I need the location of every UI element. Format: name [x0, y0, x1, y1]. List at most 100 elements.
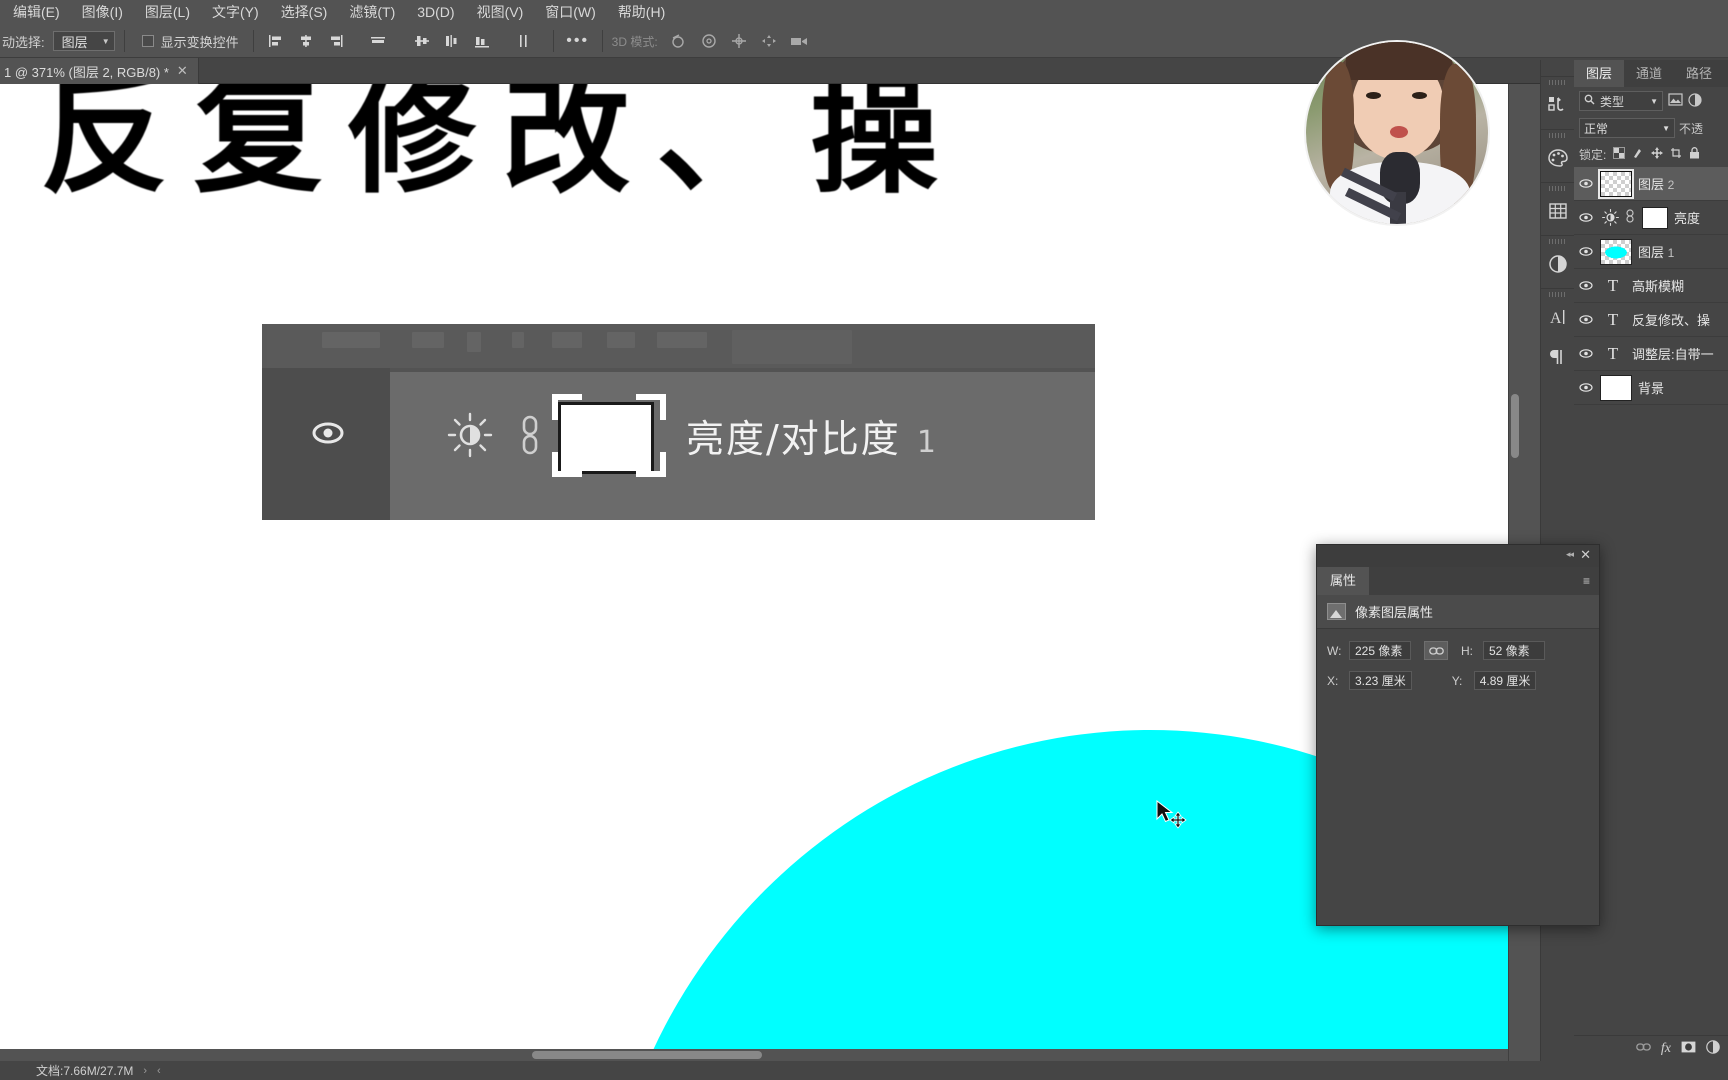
drag-3d-icon[interactable] [726, 30, 752, 52]
more-options-button[interactable]: ••• [563, 30, 593, 52]
scrollbar-thumb[interactable] [1511, 394, 1519, 458]
canvas-big-text: 反复修改、操 [40, 84, 965, 211]
lock-image-pixels-icon[interactable] [1632, 147, 1644, 162]
layer-visibility-icon[interactable] [1578, 212, 1594, 223]
menu-item-image[interactable]: 图像(I) [71, 0, 134, 25]
mode-3d-label: 3D 模式: [611, 34, 658, 49]
table-row[interactable]: 亮度 [1574, 201, 1728, 235]
width-input[interactable]: 225 像素 [1349, 641, 1411, 660]
adjustments-icon[interactable] [1541, 244, 1575, 284]
chevron-down-icon: ▼ [101, 36, 110, 46]
layer-visibility-icon[interactable] [1578, 348, 1594, 359]
align-top-edges-icon[interactable] [365, 30, 391, 52]
slide-3d-icon[interactable] [756, 30, 782, 52]
canvas-horizontal-scrollbar[interactable] [0, 1049, 1508, 1061]
link-dimensions-icon[interactable] [1424, 641, 1448, 660]
adjustment-icon[interactable] [1706, 1040, 1720, 1057]
table-row[interactable]: T 反复修改、操 [1574, 303, 1728, 337]
menu-item-edit[interactable]: 编辑(E) [2, 0, 71, 25]
tab-channels[interactable]: 通道 [1624, 60, 1675, 87]
status-next-icon[interactable]: › [143, 1065, 147, 1077]
layer-thumbnail[interactable] [1600, 238, 1632, 265]
layer-mask-thumbnail[interactable] [1642, 206, 1668, 229]
grid-icon[interactable] [1541, 191, 1575, 231]
align-left-edges-icon[interactable] [263, 30, 289, 52]
layer-visibility-icon[interactable] [1578, 314, 1594, 325]
tab-layers[interactable]: 图层 [1574, 60, 1625, 87]
table-row[interactable]: T 调整层:自带一 [1574, 337, 1728, 371]
divider [552, 30, 554, 52]
properties-tab-bar: 属性 ≡ [1317, 567, 1599, 595]
y-input[interactable]: 4.89 厘米 [1473, 671, 1537, 690]
menu-item-filter[interactable]: 滤镜(T) [338, 0, 406, 25]
lock-artboard-icon[interactable] [1670, 147, 1682, 162]
table-row[interactable]: 背景 [1574, 371, 1728, 405]
fx-icon[interactable]: fx [1661, 1041, 1671, 1057]
layer-list: 图层 2 亮度 图层 1 T 高斯模糊 T 反复修改、操 T 调整层:自带一 背… [1574, 167, 1728, 405]
layer-visibility-icon[interactable] [1578, 178, 1594, 189]
rotate-3d-icon[interactable] [666, 30, 692, 52]
panel-menu-icon[interactable]: ≡ [1583, 575, 1590, 587]
layer-filter-value: 类型 [1600, 94, 1625, 109]
lock-all-icon[interactable] [1689, 146, 1700, 162]
lock-position-icon[interactable] [1651, 146, 1664, 162]
tab-paths[interactable]: 路径 [1674, 60, 1725, 87]
align-bottom-edges-icon[interactable] [469, 30, 495, 52]
menu-item-layer[interactable]: 图层(L) [134, 0, 201, 25]
checkbox-box [141, 35, 154, 47]
camera-3d-icon[interactable] [786, 30, 812, 52]
height-input[interactable]: 52 像素 [1483, 641, 1545, 660]
document-tab[interactable]: 1 @ 371% (图层 2, RGB/8) * ✕ [0, 58, 199, 84]
embedded-layer-name: 亮度/对比度 1 [686, 408, 938, 463]
auto-select-dropdown[interactable]: 图层 ▼ [52, 31, 115, 51]
lock-transparent-pixels-icon[interactable] [1613, 146, 1626, 162]
layer-thumbnail[interactable] [1600, 374, 1632, 401]
distribute-vertical-icon[interactable] [439, 30, 465, 52]
properties-title-bar[interactable]: ◂◂ ✕ [1317, 545, 1599, 567]
layer-visibility-icon[interactable] [1578, 280, 1594, 291]
menu-item-window[interactable]: 窗口(W) [534, 0, 607, 25]
show-transform-label: 显示变换控件 [160, 34, 239, 50]
align-horizontal-centers-icon[interactable] [293, 30, 319, 52]
swatches-icon[interactable] [1541, 138, 1575, 178]
table-row[interactable]: 图层 1 [1574, 235, 1728, 269]
x-input[interactable]: 3.23 厘米 [1349, 671, 1412, 690]
character-icon[interactable]: A [1541, 297, 1575, 337]
align-right-edges-icon[interactable] [323, 30, 349, 52]
table-row[interactable]: T 高斯模糊 [1574, 269, 1728, 303]
scrollbar-thumb[interactable] [532, 1051, 762, 1059]
history-icon[interactable] [1541, 85, 1575, 125]
close-icon[interactable]: ✕ [177, 63, 188, 79]
layer-visibility-icon[interactable] [1578, 382, 1594, 393]
close-icon[interactable]: ✕ [1580, 547, 1591, 563]
menu-item-help[interactable]: 帮助(H) [607, 0, 676, 25]
tab-properties[interactable]: 属性 [1317, 567, 1370, 595]
text-layer-icon: T [1607, 275, 1619, 295]
menu-item-view[interactable]: 视图(V) [466, 0, 535, 25]
filter-adjustment-icon[interactable] [1688, 92, 1702, 110]
roll-3d-icon[interactable] [696, 30, 722, 52]
table-row[interactable]: 图层 2 [1574, 167, 1728, 201]
status-prev-icon[interactable]: ‹ [157, 1065, 161, 1077]
canvas-area[interactable]: 反复修改、操 亮度/对比度 1 [0, 84, 1520, 1061]
link-layers-icon[interactable] [1636, 1041, 1651, 1056]
menu-item-3d[interactable]: 3D(D) [406, 0, 465, 25]
filter-pixel-icon[interactable] [1668, 93, 1683, 109]
layer-thumbnail[interactable] [1598, 168, 1634, 199]
embedded-brightness-icon [447, 412, 493, 458]
distribute-horizontal-icon[interactable] [511, 30, 537, 52]
brightness-contrast-icon[interactable] [1600, 209, 1620, 226]
mask-icon[interactable] [1681, 1041, 1696, 1056]
blend-mode-dropdown[interactable]: 正常 ▼ [1579, 118, 1675, 138]
layer-visibility-icon[interactable] [1578, 246, 1594, 257]
collapse-icon[interactable]: ◂◂ [1566, 549, 1574, 560]
align-vertical-centers-icon[interactable] [409, 30, 435, 52]
show-transform-checkbox[interactable]: 显示变换控件 [141, 32, 239, 51]
lock-label: 锁定: [1579, 147, 1607, 162]
align-horizontal-group [263, 30, 537, 52]
menu-item-select[interactable]: 选择(S) [270, 0, 339, 25]
paragraph-icon[interactable] [1541, 337, 1575, 377]
layer-link-icon[interactable] [1626, 209, 1636, 226]
menu-item-type[interactable]: 文字(Y) [201, 0, 270, 25]
layer-filter-dropdown[interactable]: 类型 ▼ [1579, 91, 1663, 111]
